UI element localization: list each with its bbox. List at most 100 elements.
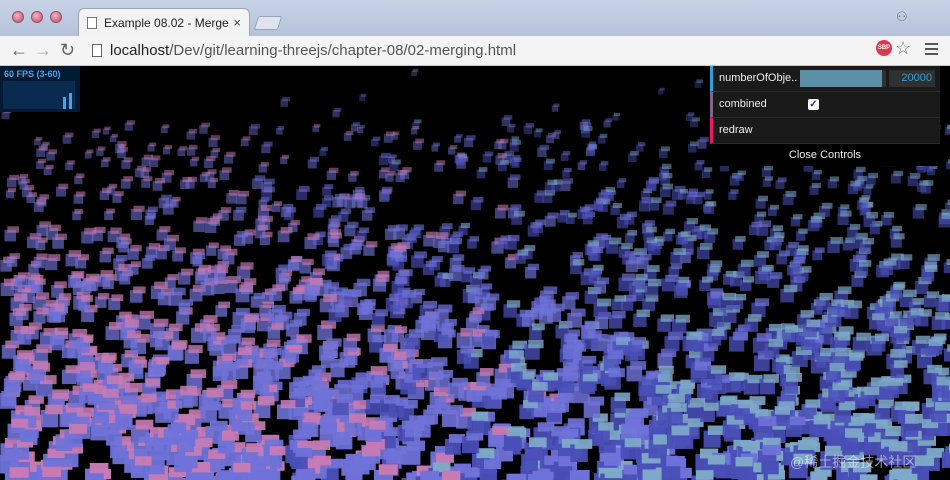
slider-fill <box>800 70 882 87</box>
maximize-window-icon[interactable] <box>50 11 62 23</box>
cube <box>102 126 111 135</box>
cube <box>697 136 709 149</box>
cube <box>659 183 674 198</box>
cube <box>206 242 219 256</box>
number-of-objects-input[interactable]: 20000 <box>889 70 935 87</box>
cube <box>411 224 425 239</box>
cube <box>307 156 319 169</box>
number-of-objects-row: numberOfObje.. 20000 <box>710 66 940 92</box>
cube <box>694 160 705 171</box>
cube <box>482 151 494 163</box>
cube <box>445 434 465 455</box>
cube <box>296 185 310 201</box>
forward-icon[interactable]: → <box>34 41 52 59</box>
cube <box>124 120 135 131</box>
cube <box>130 286 146 303</box>
star-icon[interactable]: ☆ <box>895 38 911 59</box>
cube <box>353 278 371 297</box>
cube <box>782 190 797 206</box>
cube <box>577 160 588 171</box>
extension-icon[interactable]: SBP <box>876 40 892 56</box>
close-window-icon[interactable] <box>12 11 24 23</box>
cube <box>223 151 236 164</box>
cube <box>658 146 670 158</box>
cube <box>662 228 676 242</box>
cube <box>776 250 790 265</box>
number-of-objects-slider[interactable] <box>800 70 886 87</box>
cube <box>703 189 714 200</box>
cube <box>128 261 142 275</box>
cube <box>728 189 739 200</box>
browser-tab[interactable]: Example 08.02 - Merge o × <box>78 8 250 36</box>
cube <box>322 184 334 196</box>
page-icon <box>92 44 102 57</box>
fps-bar <box>69 93 72 109</box>
address-bar[interactable]: localhost/Dev/git/learning-threejs/chapt… <box>86 40 872 62</box>
cube <box>74 173 85 185</box>
close-controls-button[interactable]: Close Controls <box>710 144 940 166</box>
menu-icon[interactable] <box>925 43 938 58</box>
cube <box>812 247 825 261</box>
cube <box>616 178 627 189</box>
cube <box>248 123 260 136</box>
number-of-objects-label: numberOfObje.. <box>719 72 798 84</box>
cube <box>6 253 20 267</box>
cube <box>187 144 198 156</box>
cube <box>735 170 746 182</box>
cube <box>142 254 156 269</box>
cube <box>363 241 378 256</box>
cube <box>359 93 367 102</box>
cube <box>610 202 623 215</box>
minimize-window-icon[interactable] <box>31 11 43 23</box>
cube <box>501 473 527 480</box>
cube <box>732 236 746 250</box>
combined-checkbox[interactable]: ✓ <box>808 99 819 110</box>
cube <box>4 226 19 242</box>
cube <box>687 141 699 153</box>
fps-bar <box>63 97 66 109</box>
redraw-row[interactable]: redraw <box>710 118 940 144</box>
stats-panel[interactable]: 60 FPS (3-60) <box>0 66 80 112</box>
cube <box>628 150 639 162</box>
cube <box>240 136 251 147</box>
reload-icon[interactable]: ↻ <box>60 41 75 59</box>
cube <box>434 160 446 172</box>
cube <box>332 107 342 118</box>
combined-row: combined ✓ <box>710 92 940 118</box>
cube <box>662 200 677 215</box>
cube <box>827 237 843 254</box>
cube <box>280 96 290 107</box>
cube <box>467 236 480 249</box>
cube <box>356 227 370 241</box>
cube <box>523 122 535 134</box>
cube <box>562 292 579 310</box>
cube <box>370 136 381 147</box>
cube <box>755 195 769 209</box>
profile-icon[interactable]: ⚇ <box>896 9 914 25</box>
cube <box>321 195 334 208</box>
cube <box>494 204 509 219</box>
cube <box>507 174 521 188</box>
cube <box>261 141 273 154</box>
cube <box>796 228 808 241</box>
cube <box>612 112 620 121</box>
redraw-button[interactable]: redraw <box>719 124 753 136</box>
cube <box>811 169 822 181</box>
cube <box>453 190 467 205</box>
cube <box>694 79 703 88</box>
cube <box>597 133 608 144</box>
back-icon[interactable]: ← <box>10 41 28 59</box>
cube <box>543 158 555 171</box>
cube <box>271 201 283 213</box>
cube <box>6 174 19 188</box>
tab-close-icon[interactable]: × <box>233 15 241 30</box>
new-tab-button[interactable] <box>253 16 283 30</box>
url-text[interactable]: localhost/Dev/git/learning-threejs/chapt… <box>110 42 516 59</box>
cube <box>691 470 714 480</box>
cube <box>728 331 749 352</box>
cube <box>636 142 646 152</box>
cube <box>544 212 559 227</box>
cube <box>186 128 197 140</box>
browser-toolbar: ← → ↻ localhost/Dev/git/learning-threejs… <box>0 36 950 66</box>
cube <box>644 278 662 297</box>
